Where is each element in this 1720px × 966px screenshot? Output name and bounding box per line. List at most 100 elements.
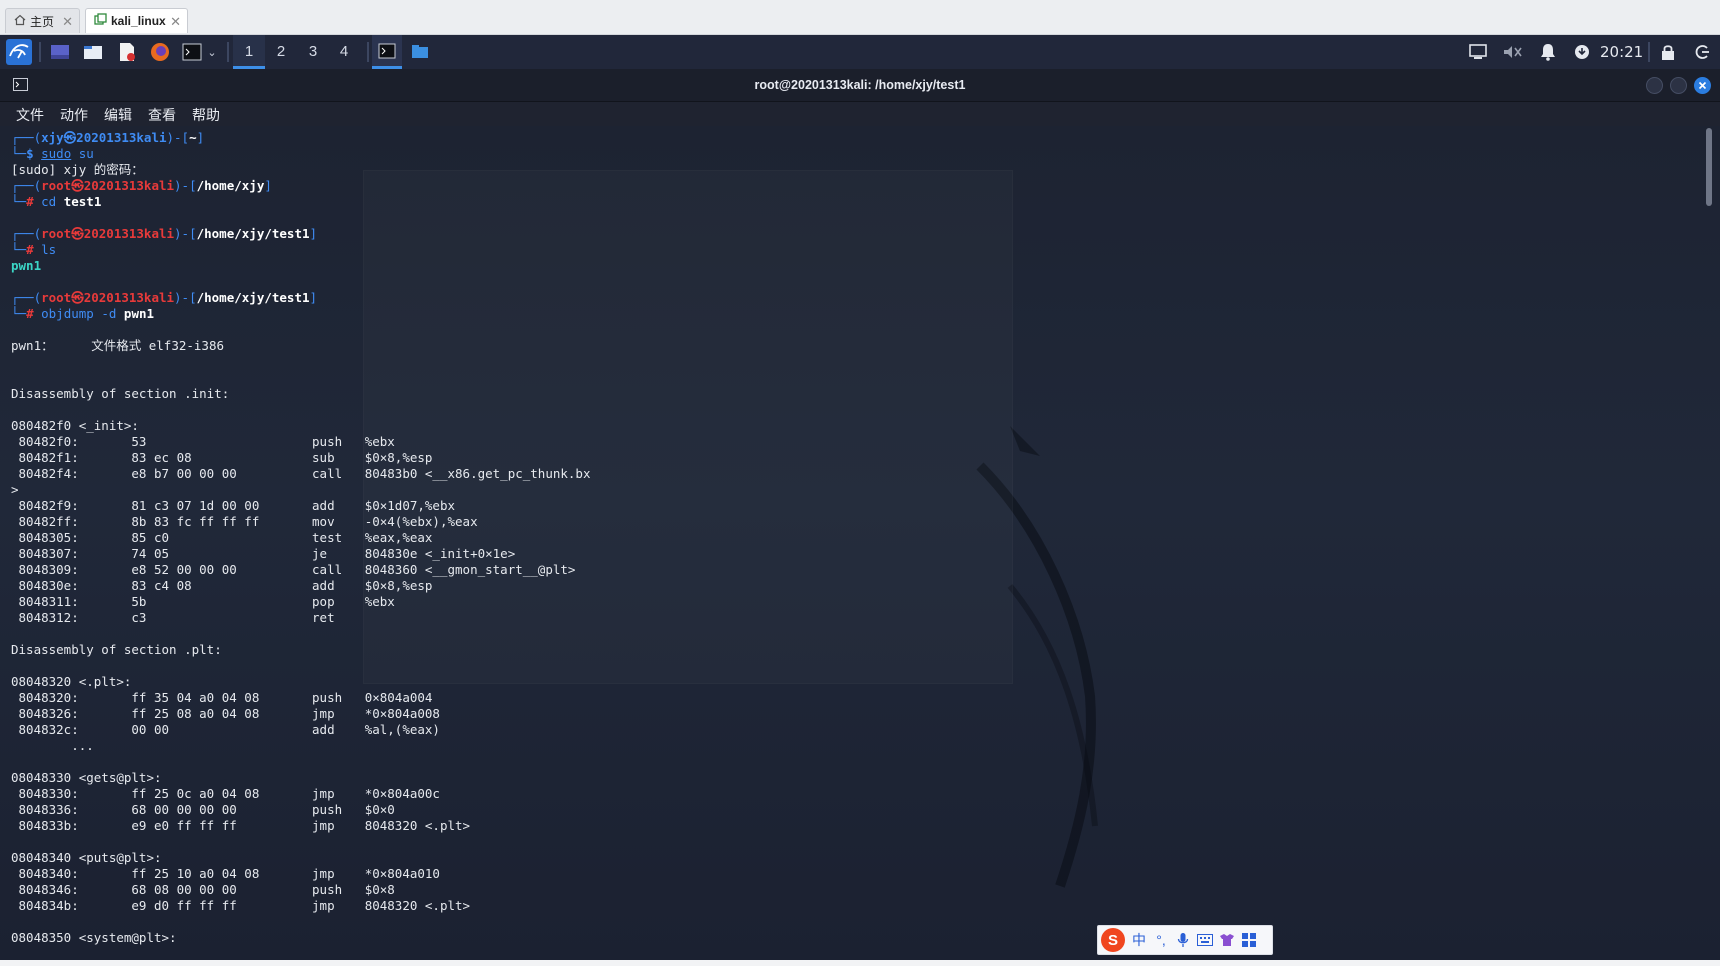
maximize-button[interactable] xyxy=(1670,77,1687,94)
show-desktop-icon[interactable] xyxy=(48,35,72,69)
tab-home[interactable]: 主页 ✕ xyxy=(5,8,80,33)
svg-text:S: S xyxy=(1108,932,1118,949)
terminal-segment: pwn1 xyxy=(123,306,155,321)
terminal-segment: pwn1 xyxy=(11,258,42,273)
terminal-segment: ┌──( xyxy=(11,178,42,193)
terminal-segment: )-[ xyxy=(174,290,197,305)
terminal-line: Disassembly of section .init: xyxy=(11,386,1701,402)
menu-bar: 文件 动作 编辑 查看 帮助 xyxy=(0,102,1720,126)
terminal-segment: root㉿20201313kali xyxy=(41,178,175,193)
taskbar-window-folder[interactable] xyxy=(408,35,432,69)
terminal-line: 804833b: e9 e0 ff ff ff jmp 8048320 <.pl… xyxy=(11,818,1701,834)
terminal-area[interactable]: ┌──(xjy㉿20201313kali)-[~] └─$ sudo su [sud… xyxy=(0,126,1720,960)
terminal-segment: )-[ xyxy=(174,226,197,241)
terminal-segment: 804830e: 83 c4 08 add $0×8,%esp xyxy=(11,578,433,593)
kali-menu-icon[interactable] xyxy=(3,35,35,69)
keyboard-icon[interactable] xyxy=(1194,929,1216,951)
close-icon[interactable]: ✕ xyxy=(170,14,181,30)
terminal-segment: 08048340 <puts@plt>: xyxy=(11,850,162,865)
terminal-segment: Disassembly of section .init: xyxy=(11,386,230,401)
terminal-segment: )-[ xyxy=(174,178,197,193)
terminal-segment: # xyxy=(26,306,42,321)
clock[interactable]: 20:21 xyxy=(1600,35,1643,69)
terminal-scrollbar[interactable] xyxy=(1706,128,1712,206)
terminal-segment: /home/xjy/test1 xyxy=(196,226,310,241)
terminal-launcher-icon[interactable] xyxy=(180,35,204,69)
terminal-line: 804834b: e9 d0 ff ff ff jmp 8048320 <.pl… xyxy=(11,898,1701,914)
terminal-segment: 80482f0: 53 push %ebx xyxy=(11,434,395,449)
taskbar-window-terminal[interactable] xyxy=(372,35,402,69)
window-title: root@20201313kali: /home/xjy/test1 xyxy=(754,78,966,92)
workspace-4[interactable]: 4 xyxy=(328,35,360,69)
text-editor-icon[interactable] xyxy=(115,35,139,69)
close-icon[interactable]: ✕ xyxy=(62,14,73,30)
terminal-segment: 080482f0 <_init>: xyxy=(11,418,139,433)
terminal-line: 80482f9: 81 c3 07 1d 00 00 add $0×1d07,%… xyxy=(11,498,1701,514)
terminal-segment: 08048350 <system@plt>: xyxy=(11,930,177,945)
lock-icon[interactable] xyxy=(1656,35,1680,69)
terminal-line: 8048346: 68 08 00 00 00 push $0×8 xyxy=(11,882,1701,898)
terminal-line: 8048309: e8 52 00 00 00 call 8048360 <__… xyxy=(11,562,1701,578)
chevron-down-icon[interactable]: ⌄ xyxy=(205,35,219,69)
ime-lang-toggle[interactable]: 中 xyxy=(1128,929,1150,951)
firefox-icon[interactable] xyxy=(148,35,172,69)
workspace-2[interactable]: 2 xyxy=(265,35,297,69)
display-icon[interactable] xyxy=(1466,35,1490,69)
terminal-line: 080482f0 <_init>: xyxy=(11,418,1701,434)
terminal-line: ┌──(root㉿20201313kali)-[/home/xjy/test1] xyxy=(11,290,1701,306)
terminal-segment: 8048326: ff 25 08 a0 04 08 jmp *0×804a00… xyxy=(11,706,440,721)
terminal-line: [sudo] xjy 的密码： xyxy=(11,162,1701,178)
workspace-1[interactable]: 1 xyxy=(233,35,265,69)
terminal-segment: └─ xyxy=(11,306,27,321)
volume-muted-icon[interactable] xyxy=(1500,35,1524,69)
tab-kali-linux[interactable]: kali_linux ✕ xyxy=(85,8,188,33)
terminal-line: ┌──(root㉿20201313kali)-[/home/xjy] xyxy=(11,178,1701,194)
terminal-line: 804832c: 00 00 add %al,(%eax) xyxy=(11,722,1701,738)
terminal-line: ... xyxy=(11,738,1701,754)
terminal-segment: 8048309: e8 52 00 00 00 call 8048360 <__… xyxy=(11,562,576,577)
terminal-line: 80482f4: e8 b7 00 00 00 call 80483b0 <__… xyxy=(11,466,1701,482)
terminal-segment: 8048307: 74 05 je 804830e <_init+0×1e> xyxy=(11,546,516,561)
mic-icon[interactable] xyxy=(1172,929,1194,951)
terminal-line: 80482ff: 8b 83 fc ff ff ff mov -0×4(%ebx… xyxy=(11,514,1701,530)
terminal-line: 8048320: ff 35 04 a0 04 08 push 0×804a00… xyxy=(11,690,1701,706)
workspace-3[interactable]: 3 xyxy=(297,35,329,69)
sogou-logo-icon[interactable]: S xyxy=(1098,928,1128,952)
terminal-segment: pwn1： 文件格式 elf32-i386 xyxy=(11,338,225,353)
terminal-segment: # xyxy=(26,194,42,209)
terminal-segment: )-[ xyxy=(166,130,190,145)
menu-action[interactable]: 动作 xyxy=(60,105,88,125)
terminal-line: 8048330: ff 25 0c a0 04 08 jmp *0×804a00… xyxy=(11,786,1701,802)
minimize-button[interactable] xyxy=(1646,77,1663,94)
terminal-segment: root㉿20201313kali xyxy=(41,290,175,305)
skin-icon[interactable] xyxy=(1216,929,1238,951)
close-button[interactable] xyxy=(1694,77,1711,94)
terminal-segment: Disassembly of section .plt: xyxy=(11,642,222,657)
window-titlebar[interactable]: root@20201313kali: /home/xjy/test1 xyxy=(0,69,1720,102)
terminal-segment: /home/xjy xyxy=(196,178,265,193)
terminal-segment: test1 xyxy=(56,194,102,209)
desktop-screen: 主页 ✕ kali_linux ✕ ⌄ 1 2 3 4 20:21 root@2… xyxy=(0,0,1720,966)
terminal-line: pwn1 xyxy=(11,258,1701,274)
menu-edit[interactable]: 编辑 xyxy=(104,105,132,125)
terminal-segment: 8048340: ff 25 10 a0 04 08 jmp *0×804a01… xyxy=(11,866,440,881)
terminal-segment: objdump xyxy=(41,306,94,321)
terminal-line: 8048307: 74 05 je 804830e <_init+0×1e> xyxy=(11,546,1701,562)
menu-view[interactable]: 查看 xyxy=(148,105,176,125)
logout-icon[interactable] xyxy=(1690,35,1714,69)
menu-file[interactable]: 文件 xyxy=(16,105,44,125)
menu-help[interactable]: 帮助 xyxy=(192,105,220,125)
ime-toolbar[interactable]: S 中 °, xyxy=(1097,925,1273,955)
terminal-segment: 8048305: 85 c0 test %eax,%eax xyxy=(11,530,433,545)
update-icon[interactable] xyxy=(1570,35,1594,69)
ime-punct-toggle[interactable]: °, xyxy=(1150,929,1172,951)
file-manager-icon[interactable] xyxy=(81,35,105,69)
grid-icon[interactable] xyxy=(1238,929,1260,951)
notification-bell-icon[interactable] xyxy=(1536,35,1560,69)
terminal-line: 8048312: c3 ret xyxy=(11,610,1701,626)
terminal-segment: 8048330: ff 25 0c a0 04 08 jmp *0×804a00… xyxy=(11,786,440,801)
terminal-segment: 08048330 <gets@plt>: xyxy=(11,770,162,785)
